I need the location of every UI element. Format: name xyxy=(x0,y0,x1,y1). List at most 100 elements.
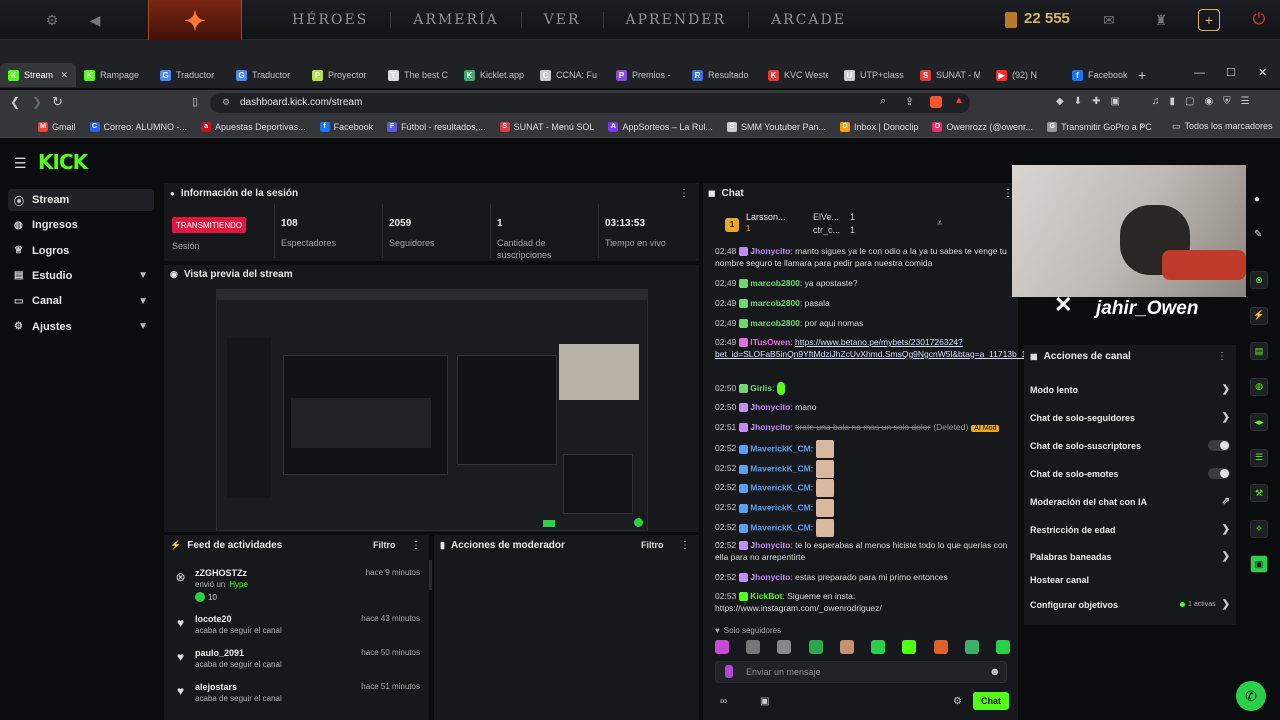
minimize-icon[interactable]: — xyxy=(1194,67,1205,79)
browser-tab[interactable]: P Premios - xyxy=(608,63,684,87)
stream-preview-video[interactable] xyxy=(216,289,648,531)
browser-tab[interactable]: P Proyector xyxy=(304,63,380,87)
rewards-icon[interactable]: ▲ xyxy=(954,95,964,106)
mail-icon[interactable]: ✉ xyxy=(1098,9,1120,31)
bookmark-item[interactable]: C Correo: ALUMNO -... xyxy=(89,121,187,132)
feed-filter-button[interactable]: Filtro xyxy=(373,540,396,550)
emote-3[interactable] xyxy=(777,640,792,654)
chart-icon[interactable]: ⇗ xyxy=(1222,496,1230,507)
chat-username[interactable]: Jhonycito xyxy=(750,402,790,412)
armory-icon[interactable]: ♜ xyxy=(1150,9,1172,31)
session-more-icon[interactable]: ⋮ xyxy=(679,188,689,199)
points-icon[interactable]: ∞ xyxy=(720,696,727,707)
share-icon[interactable]: ⇪ xyxy=(905,95,914,108)
bookmark-item[interactable]: D Inbox | Donoclip xyxy=(840,121,918,132)
chevron-right-icon[interactable]: ❯ xyxy=(1222,412,1230,423)
sidebar-item-estudio[interactable]: ▤ Estudio ▼ xyxy=(8,265,154,287)
send-chat-button[interactable]: Chat xyxy=(973,692,1009,710)
chevron-right-icon[interactable]: ❯ xyxy=(1222,599,1230,610)
browser-tab[interactable]: C CCNA: Fu xyxy=(532,63,608,87)
sidebar-item-stream[interactable]: ⦿ Stream xyxy=(8,189,154,211)
split-rail-icon[interactable]: ◂▸ xyxy=(1250,413,1268,431)
help-chat-button[interactable]: ✆ xyxy=(1236,681,1266,711)
gift-icon[interactable]: ▣ xyxy=(760,696,769,707)
browser-tab[interactable]: S SUNAT - M xyxy=(912,63,988,87)
gear-icon[interactable]: ⚙ xyxy=(41,9,63,31)
chevron-right-icon[interactable]: ❯ xyxy=(1222,384,1230,395)
all-bookmarks[interactable]: ▭ Todos los marcadores xyxy=(1172,121,1273,132)
toggle-switch[interactable] xyxy=(1208,468,1230,479)
power-icon[interactable]: ⏻ xyxy=(1248,9,1270,31)
chat-username[interactable]: MaverickK_CM xyxy=(750,443,810,453)
toolbar-icons[interactable]: ♫▮▢◉⛨☰ xyxy=(1152,96,1260,107)
feed-username[interactable]: zZGHOSTZz xyxy=(195,568,247,578)
site-info-icon[interactable]: ⚙ xyxy=(222,97,230,108)
sidebar-item-logros[interactable]: ♕ Logros xyxy=(8,240,154,262)
dota-logo[interactable]: ✦ xyxy=(148,0,242,44)
tool-rail-icon[interactable]: ⚒ xyxy=(1250,484,1268,502)
emote-1[interactable] xyxy=(715,640,729,654)
back-arrow-icon[interactable]: ❮ xyxy=(10,95,20,109)
app-rail-icon[interactable]: ▣ xyxy=(1250,555,1268,573)
feed-username[interactable]: locote20 xyxy=(195,614,232,624)
emote-6[interactable] xyxy=(871,640,886,654)
bookmark-item[interactable]: M Gmail xyxy=(38,121,76,132)
emoji-icon[interactable]: ☻ xyxy=(989,666,1001,678)
chat-username[interactable]: marcob2800 xyxy=(750,298,800,308)
browser-tab[interactable]: K KVC Weste xyxy=(760,63,836,87)
browser-tab[interactable]: ▶ (92) N xyxy=(988,63,1064,87)
chat-username[interactable]: KickBot xyxy=(750,591,782,601)
expand-gifters-icon[interactable]: ⩡ xyxy=(937,218,943,229)
mod-more-icon[interactable]: ⋮ xyxy=(680,540,690,551)
browser-tab[interactable]: f Facebook xyxy=(1064,63,1140,87)
bookmark-item[interactable]: f Facebook xyxy=(319,121,373,132)
edit-rail-icon[interactable]: ✎ xyxy=(1254,229,1262,240)
new-tab-icon[interactable]: + xyxy=(1138,67,1146,83)
action-chat-de-solo-suscriptores[interactable]: Chat de solo-suscriptores xyxy=(1030,440,1230,451)
emote-9[interactable] xyxy=(964,640,979,654)
chat-username[interactable]: Jhonycito xyxy=(750,572,790,582)
game-nav-item[interactable]: VER xyxy=(522,12,604,28)
bookmark-item[interactable]: S SUNAT - Menú SOL xyxy=(499,121,594,132)
action-modo-lento[interactable]: Modo lento ❯ xyxy=(1030,384,1230,395)
chat-username[interactable]: marcob2800 xyxy=(750,318,800,328)
browser-tab[interactable]: K Kicklet.app xyxy=(456,63,532,87)
chevron-right-icon[interactable]: ❯ xyxy=(1222,551,1230,562)
close-window-icon[interactable]: ✕ xyxy=(1258,66,1267,79)
list-rail-icon[interactable]: ☰ xyxy=(1250,448,1268,467)
sidebar-item-ingresos[interactable]: ◍ Ingresos xyxy=(8,214,154,236)
browser-tab[interactable]: R Resultado xyxy=(684,63,760,87)
url-text[interactable]: dashboard.kick.com/stream xyxy=(240,97,362,108)
bookmark-item[interactable]: A AppSorteos – La Rul... xyxy=(608,121,713,132)
kick-logo[interactable]: KICK xyxy=(38,150,88,174)
chat-username[interactable]: MaverickK_CM xyxy=(750,502,810,512)
game-nav-item[interactable]: ARMERÍA xyxy=(391,12,522,28)
chat-username[interactable]: Jhonycito xyxy=(750,540,790,550)
tab-close-icon[interactable]: ✕ xyxy=(60,70,68,81)
menu-icon[interactable]: ☰ xyxy=(14,155,27,172)
game-nav-item[interactable]: ARCADE xyxy=(749,12,868,28)
close-rail-icon[interactable]: ⊗ xyxy=(1250,271,1268,289)
action-restricci-n-de-edad[interactable]: Restricción de edad ❯ xyxy=(1030,524,1230,535)
chat-rail-icon[interactable]: ◍ xyxy=(1250,377,1268,396)
chat-settings-icon[interactable]: ⚙ xyxy=(953,696,962,707)
bookmark-icon[interactable]: ▯ xyxy=(192,95,198,108)
bookmark-item[interactable]: S SMM Youtuber Pan... xyxy=(726,121,826,132)
bolt-rail-icon[interactable]: ⚡ xyxy=(1250,306,1268,325)
browser-tab[interactable]: G Traductor xyxy=(152,63,228,87)
bookmark-item[interactable]: G Transmitir GoPro a PC xyxy=(1047,121,1152,132)
game-nav-item[interactable]: APRENDER xyxy=(604,12,750,28)
info-rail-icon[interactable]: ● xyxy=(1254,194,1260,205)
emote-2[interactable] xyxy=(746,640,761,654)
chat-placeholder[interactable]: Enviar un mensaje xyxy=(746,667,821,677)
browser-tab[interactable]: K Stream ✕ xyxy=(0,63,76,87)
toggle-switch[interactable] xyxy=(1208,440,1230,451)
reload-icon[interactable]: ↻ xyxy=(52,94,63,110)
emote-10[interactable] xyxy=(995,640,1010,654)
more-bookmarks-icon[interactable]: » xyxy=(1140,120,1146,131)
plus-icon[interactable]: + xyxy=(1198,9,1220,31)
share-rail-icon[interactable]: ⟡ xyxy=(1250,519,1268,538)
chat-username[interactable]: Jhonycito xyxy=(750,422,790,432)
action-configurar-objetivos[interactable]: Configurar objetivos 1 activas ❯ xyxy=(1030,599,1230,610)
emote-7[interactable] xyxy=(902,640,917,654)
